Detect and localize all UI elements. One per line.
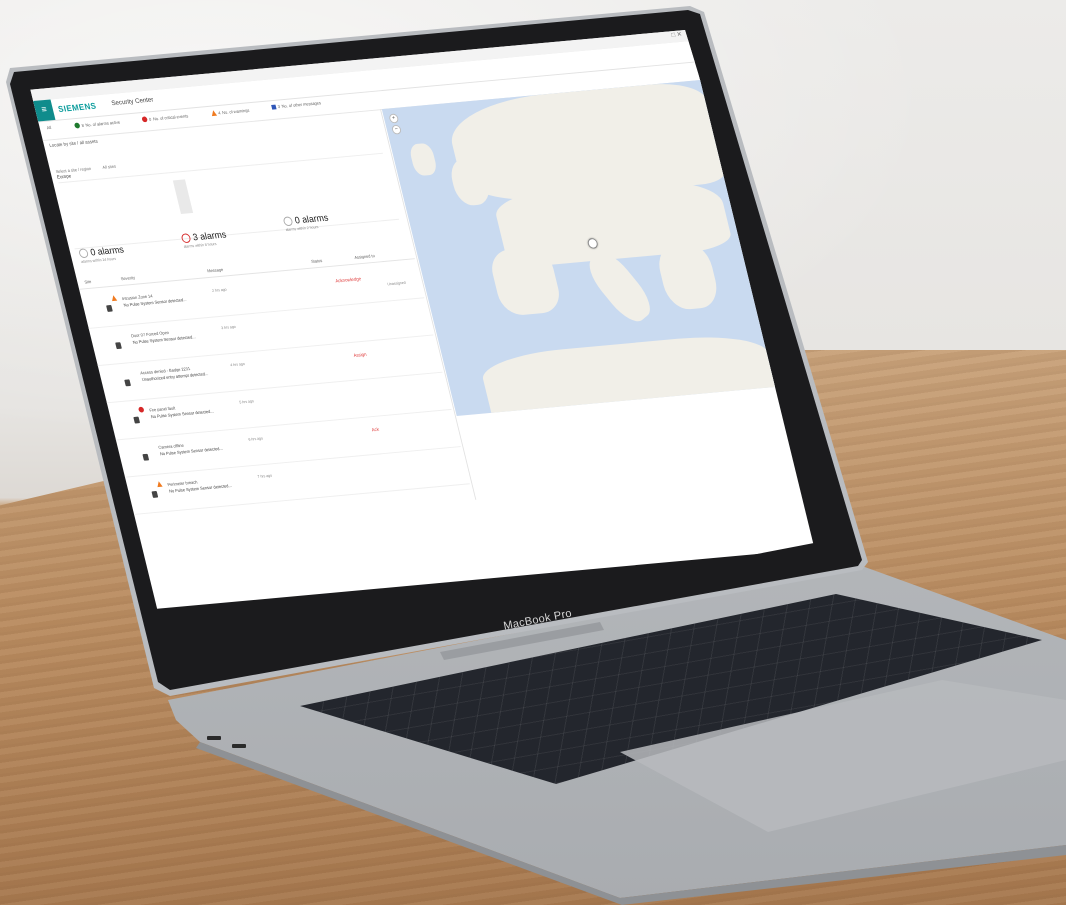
assignee: Unassigned [386, 280, 407, 287]
kpi-8h[interactable]: 3 alarms alarms within 8 hours [180, 230, 229, 249]
brand-logo: SIEMENS [57, 101, 98, 114]
assign-button[interactable]: Assign [353, 352, 367, 359]
status-label: No. of warnings [221, 107, 250, 115]
ring-icon [78, 248, 90, 259]
plus-icon: + [391, 115, 396, 122]
column-header[interactable]: Assigned to [354, 253, 375, 260]
warning-triangle-icon [210, 110, 218, 117]
site-filter-label: Select a site / region [55, 166, 92, 175]
warning-triangle-icon [156, 481, 163, 488]
status-label: No. of critical events [152, 113, 189, 121]
red-dot-icon [141, 116, 148, 123]
site-filter-2[interactable]: All sites [102, 164, 117, 170]
status-item-alarms[interactable]: 8 No. of alarms active [73, 119, 121, 129]
column-header[interactable]: Message [207, 267, 224, 273]
app-screen: □ ✕ ≡ SIEMENS Security Center All 8 No. … [30, 30, 815, 609]
status-count: 3 [277, 104, 281, 110]
camera-icon [142, 453, 150, 461]
green-dot-icon [73, 122, 81, 129]
badge-icon [124, 379, 132, 387]
ring-icon [282, 216, 294, 227]
event-time: 2 hrs ago [211, 286, 228, 293]
kpi-24h[interactable]: 0 alarms alarms within 24 hours [78, 245, 126, 264]
perimeter-icon [151, 490, 159, 498]
map-land [653, 241, 722, 311]
event-time: 5 hrs ago [238, 398, 255, 405]
status-count: 8 [80, 122, 85, 128]
door-icon [115, 342, 122, 350]
chart-bar [172, 179, 194, 214]
status-item-critical[interactable]: 0 No. of critical events [141, 113, 188, 123]
status-label: No. of other messages [281, 100, 322, 109]
critical-dot-icon [137, 406, 145, 413]
status-item-warnings[interactable]: 4 No. of warnings [210, 107, 250, 117]
minus-icon: − [394, 126, 399, 133]
map-land [408, 142, 439, 177]
locate-link[interactable]: Locate by site / all assets [49, 139, 99, 149]
acknowledge-button[interactable]: Acknowledge [335, 276, 362, 284]
ring-icon [180, 233, 192, 244]
acknowledge-button[interactable]: Ack [371, 427, 380, 433]
usb-port [207, 736, 221, 740]
zoom-out-button[interactable]: − [391, 124, 402, 135]
column-header[interactable]: Site [84, 279, 92, 284]
column-header[interactable]: Severity [120, 275, 135, 281]
site-filter-select[interactable]: Europe [57, 174, 72, 181]
event-time: 6 hrs ago [247, 435, 264, 442]
event-time: 3 hrs ago [220, 324, 237, 331]
blue-square-icon [271, 104, 277, 110]
fire-icon [133, 416, 141, 424]
window-controls[interactable]: □ ✕ [671, 30, 683, 38]
status-label: No. of alarms active [84, 119, 121, 128]
status-all-label: All [46, 125, 52, 131]
zoom-in-button[interactable]: + [388, 113, 400, 124]
column-header[interactable]: Status [311, 258, 323, 264]
status-item-other[interactable]: 3 No. of other messages [271, 100, 322, 110]
status-count: 4 [217, 110, 221, 115]
map-land [477, 330, 776, 417]
app-title: Security Center [110, 96, 155, 108]
event-time: 4 hrs ago [229, 361, 246, 368]
event-time: 7 hrs ago [256, 472, 273, 479]
kpi-2h[interactable]: 0 alarms alarms within 2 hours [282, 213, 331, 232]
menu-button[interactable]: ≡ [33, 99, 56, 122]
status-all[interactable]: All [46, 125, 51, 130]
warning-triangle-icon [110, 295, 118, 302]
lock-icon [106, 304, 113, 312]
menu-icon: ≡ [40, 104, 48, 116]
status-count: 0 [148, 116, 152, 122]
usb-port [232, 744, 246, 748]
